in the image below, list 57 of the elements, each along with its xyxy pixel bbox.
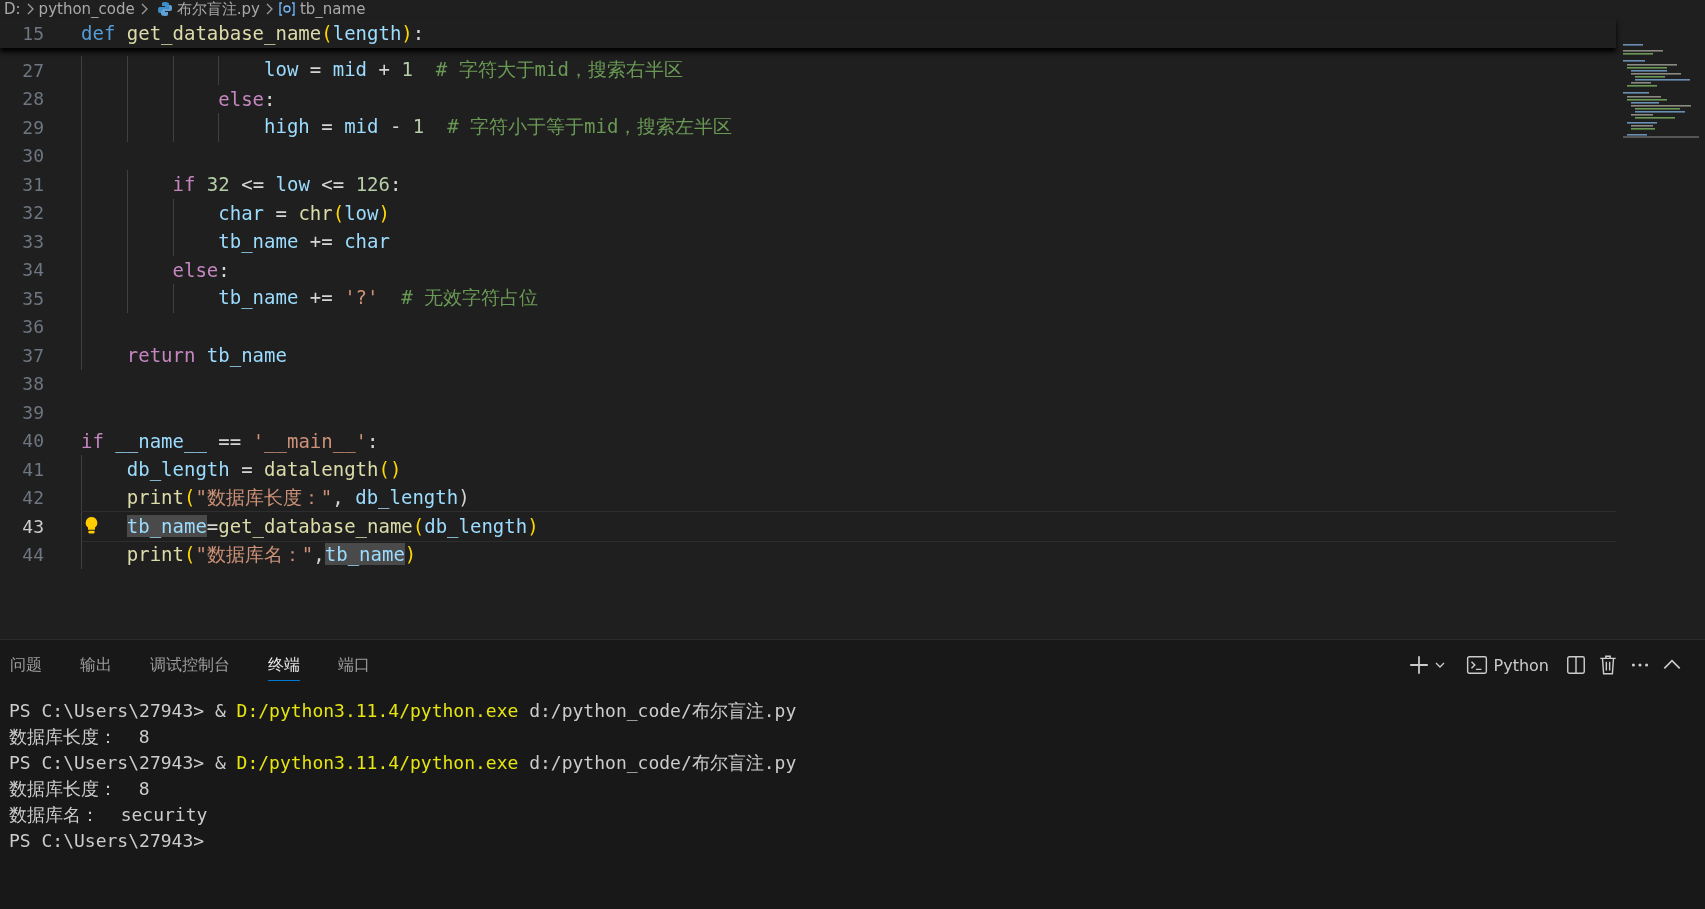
code-line: print("数据库长度：", db_length)	[125, 484, 470, 511]
line-number: 29	[21, 116, 44, 138]
terminal-line: PS C:\Users\27943> & D:/python3.11.4/python.exe d:/python_code/布尔盲注.py	[9, 699, 797, 723]
line-number: 36	[21, 316, 44, 338]
plus-icon[interactable]	[1407, 654, 1430, 676]
breadcrumb-item[interactable]: python_code	[38, 0, 135, 18]
panel-tab[interactable]: 端口	[338, 649, 370, 681]
lightbulb-icon[interactable]	[84, 516, 99, 535]
line-number: 38	[21, 373, 44, 395]
terminal-line: 数据库长度： 8	[9, 777, 150, 801]
terminal-icon[interactable]	[1465, 654, 1488, 676]
line-number: 41	[21, 458, 44, 480]
code-line: tb_name += char	[217, 230, 390, 253]
terminal-line: 数据库名： security	[9, 803, 208, 827]
code-line: low = mid + 1 # 字符大于mid，搜索右半区	[263, 57, 683, 83]
line-number: 28	[21, 88, 44, 110]
panel-tab[interactable]: 输出	[80, 649, 112, 681]
terminal-line: 数据库长度： 8	[9, 725, 150, 749]
code-line: else:	[171, 258, 230, 281]
code-line: return tb_name	[125, 344, 287, 367]
panel-tab[interactable]: 问题	[10, 649, 42, 681]
split-icon[interactable]	[1565, 654, 1587, 676]
line-number: 39	[21, 401, 44, 423]
line-number: 30	[21, 145, 44, 167]
code-line: db_length = datalength()	[125, 458, 402, 481]
line-number: 37	[21, 344, 44, 366]
line-number: 15	[21, 22, 44, 44]
code-line: tb_name=get_database_name(db_length)	[125, 515, 539, 538]
line-number: 32	[21, 202, 44, 224]
breadcrumb-item[interactable]: tb_name	[299, 0, 366, 18]
code-line: high = mid - 1 # 字符小于等于mid，搜索左半区	[263, 114, 733, 140]
breadcrumb-item[interactable]: D:	[4, 0, 21, 18]
python-icon	[156, 1, 173, 17]
line-number: 33	[21, 230, 44, 252]
code-line: char = chr(low)	[217, 201, 390, 224]
line-number: 27	[21, 59, 44, 81]
terminal-line: PS C:\Users\27943> & D:/python3.11.4/python.exe d:/python_code/布尔盲注.py	[9, 751, 797, 775]
code-line: if 32 <= low <= 126:	[171, 173, 402, 196]
panel-tab[interactable]: 终端	[268, 649, 300, 681]
line-number: 44	[21, 544, 44, 566]
code-line: print("数据库名：",tb_name)	[125, 541, 417, 568]
breadcrumb-item[interactable]: 布尔盲注.py	[176, 0, 260, 18]
code-line: if __name__ == '__main__':	[81, 429, 379, 452]
terminal-profile-label[interactable]: Python	[1493, 655, 1549, 675]
code-line: tb_name += '?' # 无效字符占位	[217, 285, 539, 311]
trash-icon[interactable]	[1597, 654, 1619, 676]
line-number: 42	[21, 487, 44, 509]
variable-icon	[277, 1, 296, 17]
line-number: 31	[21, 173, 44, 195]
code-line: def get_database_name(length):	[81, 22, 425, 44]
line-number: 40	[21, 430, 44, 452]
code-line: else:	[217, 87, 276, 110]
line-number: 34	[21, 259, 44, 281]
terminal-line: PS C:\Users\27943>	[9, 829, 205, 853]
line-number: 35	[21, 287, 44, 309]
panel-tab[interactable]: 调试控制台	[150, 649, 230, 681]
line-number: 43	[21, 515, 44, 537]
